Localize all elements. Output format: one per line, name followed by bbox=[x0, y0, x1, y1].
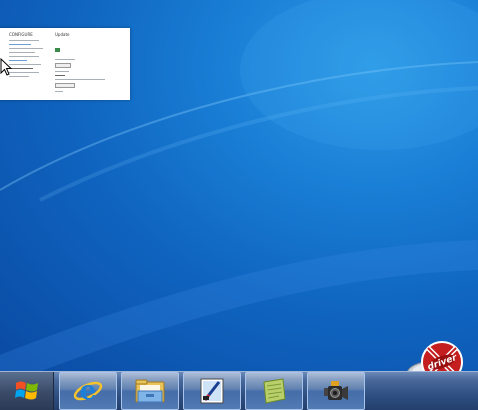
windows-logo-icon bbox=[14, 381, 38, 400]
taskbar-item-internet-explorer[interactable]: e bbox=[59, 372, 117, 410]
taskbar-item-notepad[interactable] bbox=[245, 372, 303, 410]
thumbnail-title: CONFIGURE bbox=[9, 32, 33, 37]
window-thumbnail-preview[interactable]: CONFIGURE Update bbox=[0, 28, 130, 100]
internet-explorer-icon: e bbox=[73, 376, 103, 406]
taskbar: e bbox=[0, 371, 478, 410]
thumbnail-left-column: CONFIGURE bbox=[9, 32, 49, 77]
taskbar-item-paint[interactable] bbox=[183, 372, 241, 410]
video-camera-icon bbox=[324, 381, 348, 400]
driver-watermark-logo: driver bbox=[407, 341, 463, 371]
mouse-cursor-icon bbox=[0, 58, 12, 76]
desktop[interactable]: CONFIGURE Update driver bbox=[0, 0, 478, 371]
taskbar-item-file-explorer[interactable] bbox=[121, 372, 179, 410]
notepad-icon bbox=[263, 378, 286, 404]
file-explorer-icon bbox=[135, 379, 165, 403]
svg-text:e: e bbox=[80, 376, 97, 406]
paint-icon bbox=[200, 378, 224, 404]
thumbnail-right-column: Update bbox=[55, 32, 110, 100]
thumbnail-subtitle: Update bbox=[55, 32, 70, 37]
taskbar-item-video-camera[interactable] bbox=[307, 372, 365, 410]
start-button[interactable] bbox=[0, 372, 54, 410]
